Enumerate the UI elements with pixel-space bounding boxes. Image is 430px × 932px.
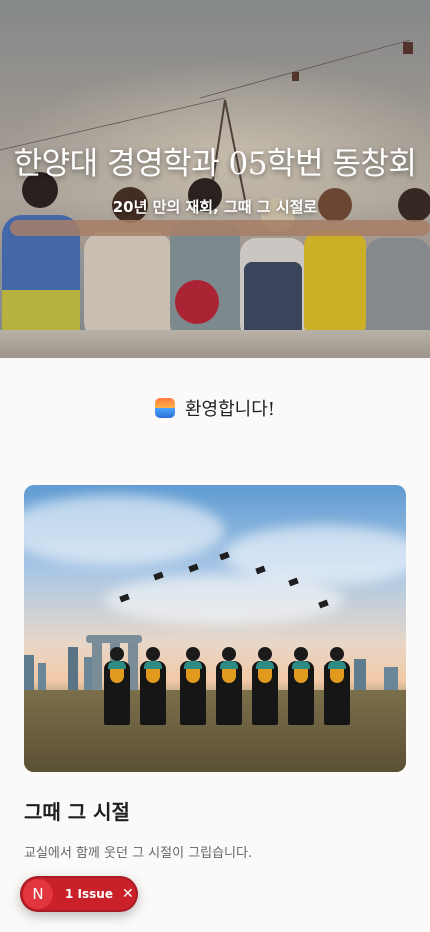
card-title: 그때 그 시절 (24, 800, 130, 824)
graduate-figure (216, 647, 242, 737)
graduate-figure (288, 647, 314, 737)
graduate-figure (180, 647, 206, 737)
graduate-figure (140, 647, 166, 737)
graduate-figure (324, 647, 350, 737)
cloud (104, 575, 344, 625)
welcome-heading: 환영합니다! (184, 399, 276, 420)
welcome-section: 환영합니다! (0, 393, 430, 423)
graduate-figure (104, 647, 130, 737)
flying-cap-icon (188, 563, 199, 573)
sunset-emoji-icon (154, 398, 175, 418)
issue-count-label[interactable]: 1 Issue (65, 887, 113, 901)
hero-banner: 한양대 경영학과 05학번 동창회 20년 만의 재회, 그때 그 시절로 (0, 0, 430, 358)
card-description: 교실에서 함께 웃던 그 시절이 그립습니다. (24, 846, 253, 861)
page-subtitle: 20년 만의 재회, 그때 그 시절로 (112, 198, 318, 216)
issue-avatar[interactable]: N (23, 879, 53, 909)
issue-badge[interactable]: N 1 Issue ✕ (20, 876, 138, 912)
graduation-photo (24, 485, 406, 772)
cloud (24, 495, 224, 565)
graduate-figure (252, 647, 278, 737)
close-icon[interactable]: ✕ (122, 886, 134, 902)
page-title: 한양대 경영학과 05학번 동창회 (13, 146, 417, 182)
